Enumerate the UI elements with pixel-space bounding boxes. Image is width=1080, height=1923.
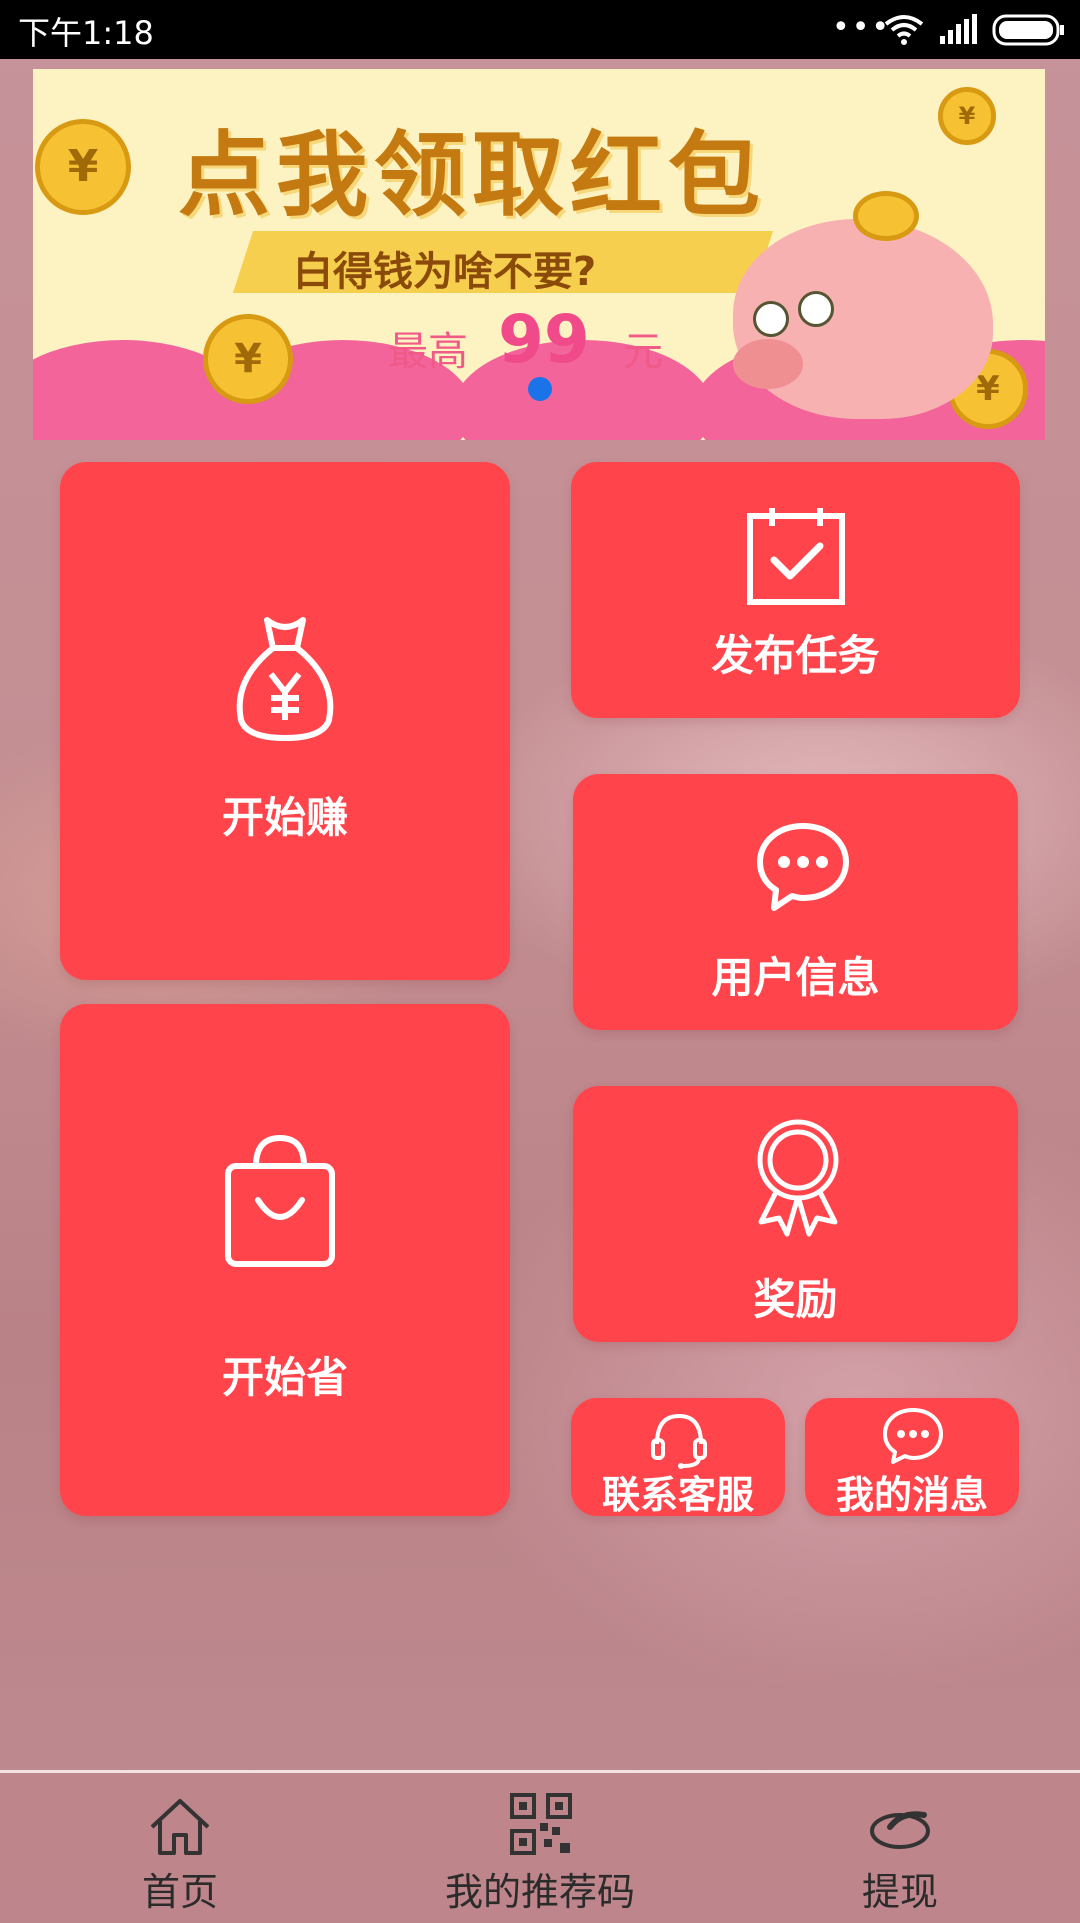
bottom-nav: 首页 我的推荐码 提现 [0, 1770, 1080, 1923]
banner-subtitle: 白得钱为啥不要? [293, 249, 597, 295]
more-dots-icon: ••• [832, 10, 892, 45]
pig-eye [753, 301, 789, 337]
start-earn-tile[interactable]: 开始赚 [60, 462, 510, 980]
banner-max-value: 99 [498, 301, 590, 378]
user-info-tile[interactable]: 用户信息 [573, 774, 1018, 1030]
nav-home[interactable]: 首页 [80, 1773, 280, 1923]
nav-home-label: 首页 [141, 1870, 218, 1914]
wifi-icon [884, 15, 924, 45]
headset-icon [651, 1413, 707, 1469]
message-bubble-icon [883, 1408, 943, 1464]
publish-task-label: 发布任务 [711, 631, 880, 680]
banner-title: 点我领取红包 [178, 122, 767, 229]
coin-icon [853, 191, 919, 241]
banner-unit: 元 [623, 329, 663, 375]
coin-icon: ¥ [35, 119, 131, 215]
user-info-label: 用户信息 [711, 953, 880, 1002]
money-bag-icon [236, 617, 334, 742]
my-messages-tile[interactable]: 我的消息 [805, 1398, 1019, 1517]
reward-tile[interactable]: 奖励 [573, 1086, 1018, 1342]
battery-icon [992, 14, 1064, 46]
promo-banner[interactable]: ¥ ¥ ¥ ¥ 点我领取红包 白得钱为啥不要? 最高 99 元 [33, 69, 1045, 440]
status-time: 下午1:18 [18, 14, 154, 52]
contact-service-tile[interactable]: 联系客服 [571, 1398, 785, 1517]
nav-withdraw[interactable]: 提现 [800, 1773, 1000, 1923]
reward-label: 奖励 [753, 1275, 838, 1324]
qr-code-icon [510, 1793, 572, 1855]
pig-snout [733, 339, 803, 389]
withdraw-icon [870, 1811, 930, 1849]
publish-task-tile[interactable]: 发布任务 [571, 462, 1020, 718]
contact-service-label: 联系客服 [601, 1473, 754, 1517]
chat-bubble-icon [757, 823, 849, 911]
shopping-bag-icon [225, 1134, 335, 1267]
calendar-check-icon [747, 508, 845, 605]
carousel-indicator[interactable] [528, 377, 552, 401]
start-earn-label: 开始赚 [221, 793, 348, 842]
home-icon [150, 1799, 210, 1855]
nav-referral-code-label: 我的推荐码 [444, 1870, 635, 1914]
start-save-tile[interactable]: 开始省 [60, 1004, 510, 1516]
status-bar: 下午1:18 ••• [0, 0, 1080, 59]
banner-max-label: 最高 [388, 329, 468, 375]
pig-eye [798, 291, 834, 327]
my-messages-label: 我的消息 [835, 1473, 988, 1517]
start-save-label: 开始省 [221, 1353, 348, 1402]
award-ribbon-icon [757, 1119, 839, 1237]
signal-icon [940, 14, 977, 44]
piggy-bank-icon [733, 191, 993, 419]
nav-referral-code[interactable]: 我的推荐码 [420, 1773, 660, 1923]
coin-icon: ¥ [203, 314, 293, 404]
nav-withdraw-label: 提现 [861, 1870, 938, 1914]
coin-icon: ¥ [938, 87, 996, 145]
